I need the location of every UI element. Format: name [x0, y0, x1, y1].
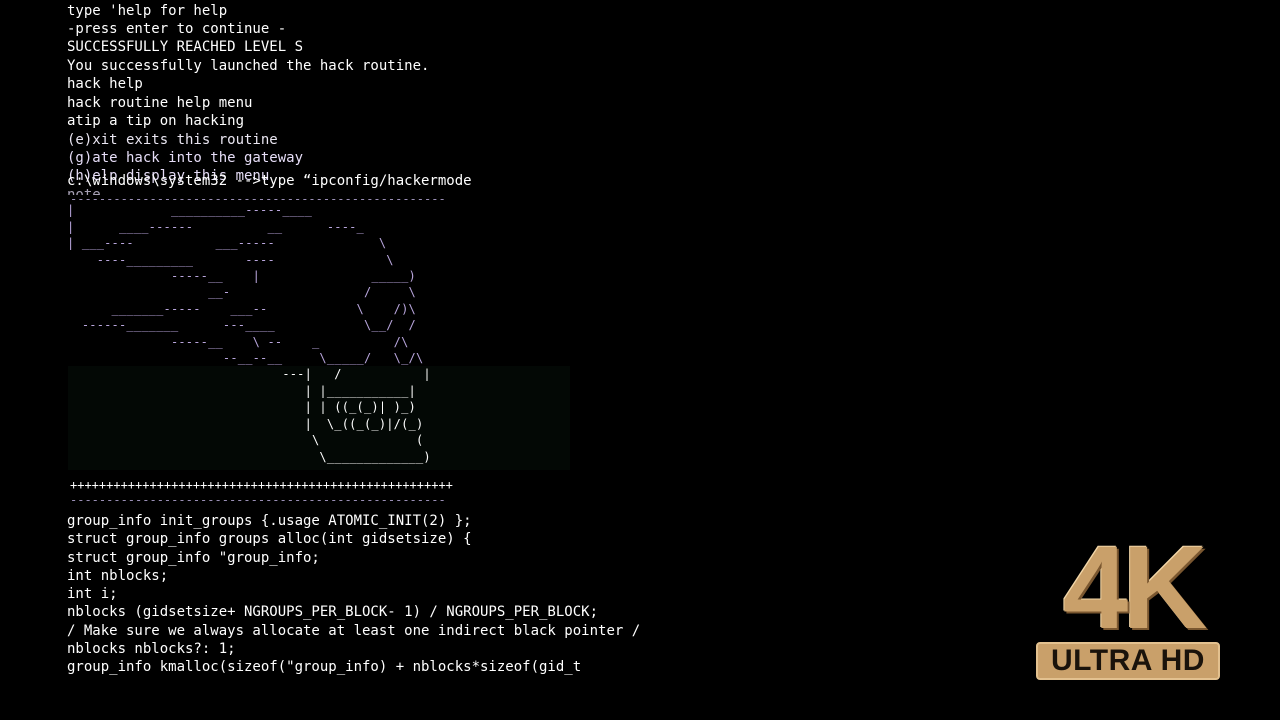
rule-bottom: ----------------------------------------…: [70, 493, 446, 507]
ascii-art-line: | ___---- ___----- \: [67, 236, 387, 251]
terminal-line: type 'help for help: [67, 3, 228, 19]
logo-ultra-hd-text: ULTRA HD: [1051, 644, 1205, 677]
ascii-art-line: \ (: [67, 433, 424, 448]
terminal-line: hack help: [67, 76, 143, 92]
ascii-art-line: -----__ | _____): [67, 269, 416, 284]
terminal-line: (g)ate hack into the gateway: [67, 150, 304, 166]
code-line: int nblocks;: [67, 567, 169, 584]
ascii-art-line: ----_________ ---- \: [67, 252, 394, 267]
ascii-art-line: \_____________): [67, 449, 431, 464]
logo-4k-text: 4K: [1062, 522, 1208, 654]
logo-ultra-hd-plate: ULTRA HD: [1036, 642, 1220, 680]
rule-plus: ++++++++++++++++++++++++++++++++++++++++…: [70, 478, 453, 492]
ascii-art-line: --__--__ \_____/ \_/\: [67, 351, 424, 366]
ascii-art-line: __- / \: [67, 285, 416, 300]
code-line: group_info init_groups {.usage ATOMIC_IN…: [67, 513, 472, 529]
ascii-art-line: | ____------ __ ----_: [67, 219, 364, 234]
terminal-line: SUCCESSFULLY REACHED LEVEL S: [67, 39, 304, 55]
ascii-art-line: | \_((_(_)|/(_): [67, 416, 424, 431]
terminal-line: -press enter to continue -: [67, 21, 287, 37]
ascii-art-skull-helmet: | __________-----____ | ____------ __ --…: [67, 186, 431, 465]
ascii-art-line: | __________-----____: [67, 203, 313, 218]
ascii-art-line: ---| / |: [67, 367, 431, 382]
code-line: struct group_info groups alloc(int gidse…: [67, 531, 472, 548]
code-line: int i;: [67, 586, 118, 603]
code-block: group_info init_groups {.usage ATOMIC_IN…: [67, 512, 640, 677]
ascii-art-line: -----__ \ -- _ /\: [67, 334, 409, 349]
terminal-line: You successfully launched the hack routi…: [67, 58, 430, 74]
code-line: struct group_info "group_info;: [67, 549, 320, 566]
code-line: nblocks (gidsetsize+ NGROUPS_PER_BLOCK- …: [67, 604, 599, 621]
code-line: nblocks nblocks?: 1;: [67, 641, 236, 658]
terminal-line: atip a tip on hacking: [67, 113, 245, 129]
terminal-line: (e)xit exits this routine: [67, 132, 278, 148]
code-line: group_info kmalloc(sizeof("group_info) +…: [67, 659, 582, 676]
ascii-art-line: _______----- ___-- \ /)\: [67, 301, 416, 316]
4k-ultra-hd-logo: 4K ULTRA HD: [1036, 528, 1220, 680]
code-line: / Make sure we always allocate at least …: [67, 622, 641, 639]
ascii-art-line: | | ((_(_)| )_): [67, 400, 416, 415]
ascii-art-line: | |___________|: [67, 383, 416, 398]
terminal-line: hack routine help menu: [67, 95, 253, 111]
ascii-art-line: ------_______ ---____ \__/ /: [67, 318, 416, 333]
